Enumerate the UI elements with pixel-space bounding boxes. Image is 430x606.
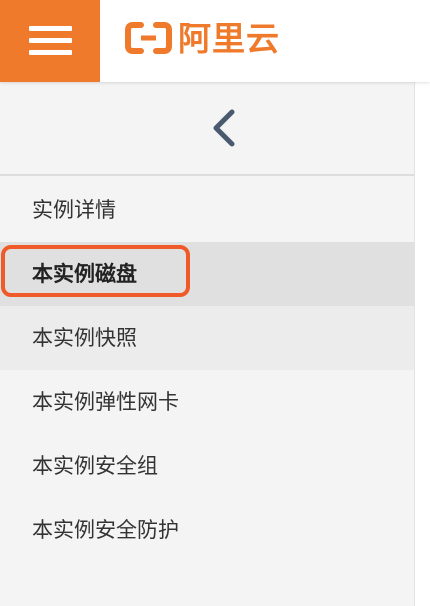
sidebar-item-label: 本实例弹性网卡 (32, 390, 179, 414)
hamburger-menu-icon-bar (29, 38, 72, 43)
sidebar-item-instance-details[interactable]: 实例详情 (0, 178, 414, 242)
chevron-left-icon (213, 109, 235, 147)
aliyun-logo[interactable]: 阿里云 (125, 16, 280, 60)
hamburger-menu-button[interactable] (0, 0, 100, 82)
sidebar-item-instance-eni[interactable]: 本实例弹性网卡 (0, 370, 414, 434)
sidebar-item-label: 本实例快照 (32, 326, 137, 350)
top-header: 阿里云 (0, 0, 430, 82)
sidebar-item-instance-security-protection[interactable]: 本实例安全防护 (0, 498, 414, 562)
aliyun-logo-mark-icon (125, 22, 172, 54)
collapse-sidebar-button[interactable] (0, 82, 414, 176)
sidebar-item-label: 本实例磁盘 (32, 262, 137, 286)
hamburger-menu-icon-bar (29, 26, 72, 31)
sidebar: 实例详情 本实例磁盘 本实例快照 本实例弹性网卡 本实例安全组 本实例安全防护 (0, 82, 414, 606)
hamburger-menu-icon-bar (29, 50, 72, 55)
sidebar-item-instance-security-groups[interactable]: 本实例安全组 (0, 434, 414, 498)
sidebar-item-label: 本实例安全组 (32, 454, 158, 478)
sidebar-item-label: 本实例安全防护 (32, 518, 179, 542)
sidebar-item-instance-snapshots[interactable]: 本实例快照 (0, 306, 414, 370)
content-edge (414, 82, 430, 606)
sidebar-item-instance-disks[interactable]: 本实例磁盘 (0, 242, 414, 306)
sidebar-item-label: 实例详情 (32, 198, 116, 222)
sidebar-nav: 实例详情 本实例磁盘 本实例快照 本实例弹性网卡 本实例安全组 本实例安全防护 (0, 178, 414, 562)
logo-text: 阿里云 (178, 18, 280, 58)
